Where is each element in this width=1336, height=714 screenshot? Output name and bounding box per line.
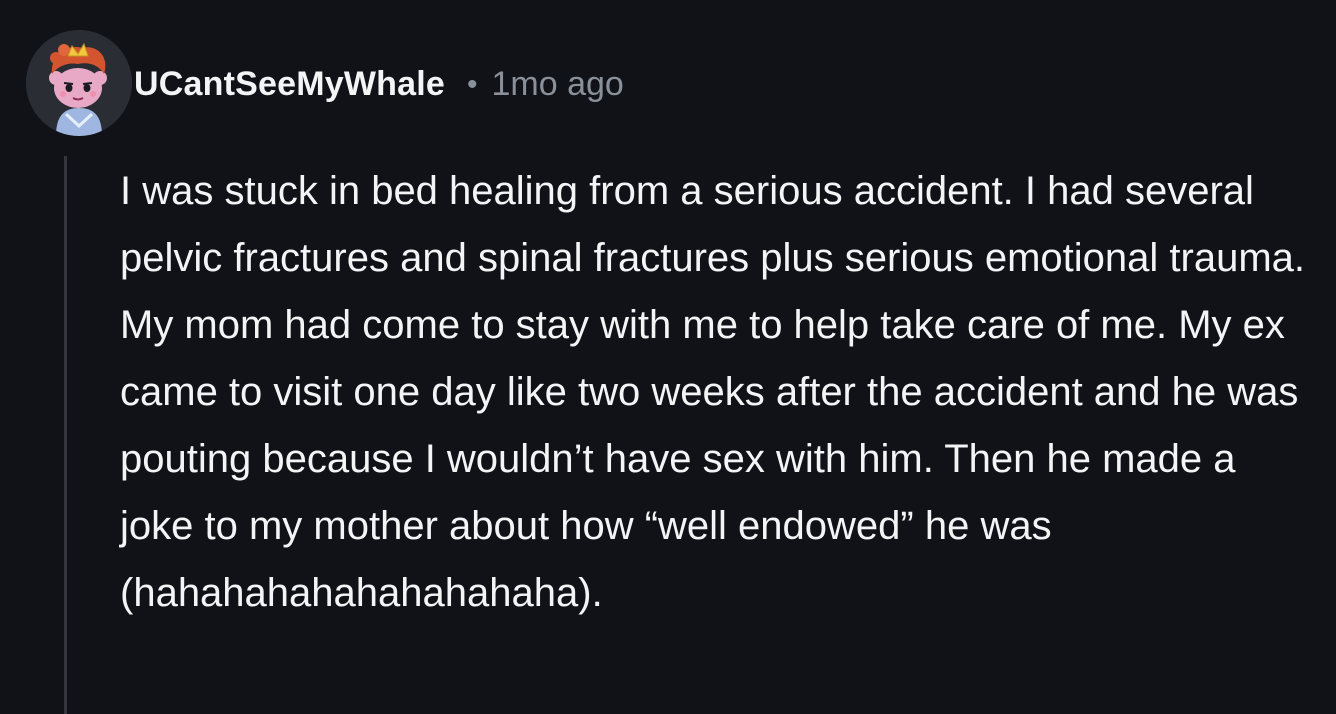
meta-separator: • bbox=[466, 68, 478, 101]
avatar[interactable] bbox=[26, 30, 132, 136]
comment-meta: UCantSeeMyWhale • 1mo ago bbox=[134, 60, 624, 108]
thread-line[interactable] bbox=[64, 156, 67, 714]
comment-body: I was stuck in bed healing from a seriou… bbox=[120, 169, 1305, 615]
timestamp[interactable]: 1mo ago bbox=[491, 65, 623, 104]
comment: UCantSeeMyWhale • 1mo ago I was stuck in… bbox=[0, 0, 1336, 714]
username[interactable]: UCantSeeMyWhale bbox=[134, 65, 445, 104]
snoo-avatar-icon bbox=[26, 30, 132, 136]
